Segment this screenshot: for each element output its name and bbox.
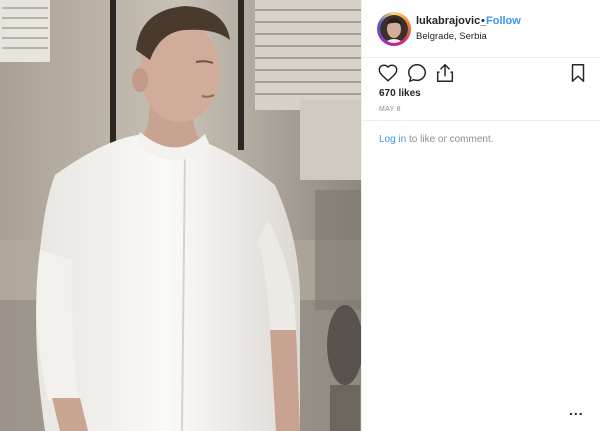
photo-image [0, 0, 361, 431]
heart-icon[interactable] [377, 62, 399, 84]
likes-count[interactable]: 670 likes [379, 88, 421, 99]
separator-dot: • [481, 15, 485, 27]
action-bar [362, 58, 600, 86]
post-header: lukabrajovic_ • Follow Belgrade, Serbia [362, 0, 600, 58]
login-link[interactable]: Log in [379, 134, 406, 145]
instagram-post: lukabrajovic_ • Follow Belgrade, Serbia [0, 0, 600, 431]
post-photo[interactable] [0, 0, 361, 431]
post-date: MAY 8 [379, 106, 401, 113]
location-link[interactable]: Belgrade, Serbia [416, 31, 487, 42]
divider [362, 120, 600, 121]
login-prompt-text: to like or comment. [406, 134, 494, 145]
username-link[interactable]: lukabrajovic_ [416, 15, 486, 27]
comment-icon[interactable] [406, 62, 428, 84]
bookmark-icon[interactable] [567, 62, 589, 84]
avatar[interactable] [380, 15, 408, 43]
login-prompt: Log in to like or comment. [379, 134, 494, 145]
share-icon[interactable] [434, 62, 456, 84]
avatar-ring[interactable] [377, 12, 411, 46]
avatar-image [380, 15, 408, 43]
post-side-panel: lukabrajovic_ • Follow Belgrade, Serbia [361, 0, 600, 431]
follow-button[interactable]: Follow [486, 15, 521, 27]
more-icon[interactable]: ... [569, 402, 584, 418]
